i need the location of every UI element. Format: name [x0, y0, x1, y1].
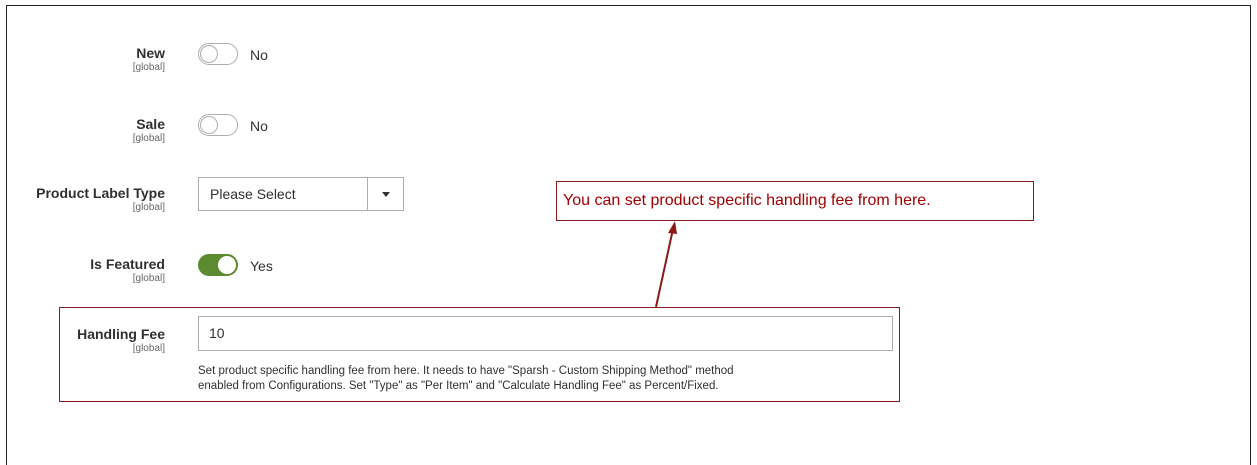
- arrow-line: [655, 228, 674, 308]
- annotation-arrow: [655, 221, 677, 308]
- arrow-head: [668, 221, 677, 234]
